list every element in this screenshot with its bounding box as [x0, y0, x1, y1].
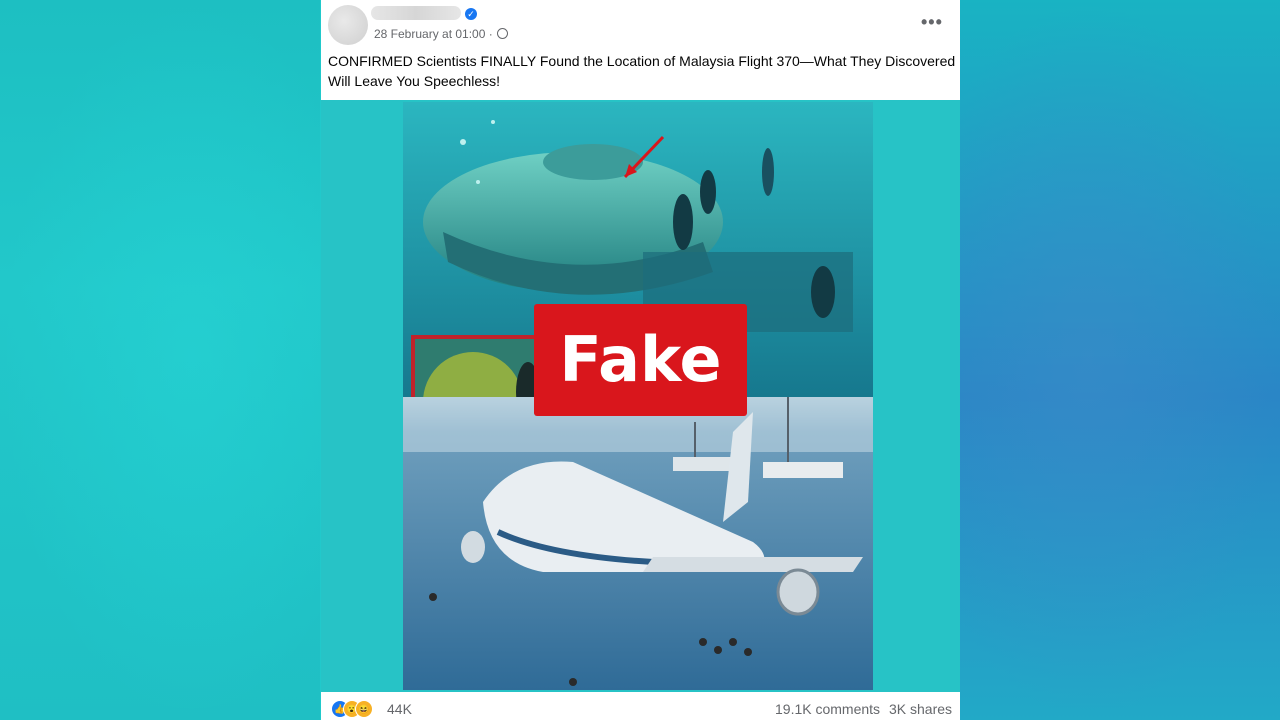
background-left — [0, 0, 320, 720]
avatar[interactable] — [328, 5, 368, 45]
haha-icon: 😆 — [355, 700, 373, 718]
comments-count[interactable]: 19.1K comments — [775, 701, 880, 717]
fake-label-badge: Fake — [534, 304, 747, 416]
post-timestamp[interactable]: 28 February at 01:00 · — [374, 27, 493, 41]
more-options-icon[interactable]: ••• — [921, 13, 943, 31]
reaction-count[interactable]: 44K — [387, 701, 412, 717]
facebook-post: ✓ 28 February at 01:00 · ••• CONFIRMED S… — [321, 0, 960, 720]
post-media[interactable]: Fake — [321, 100, 960, 692]
verified-badge-icon: ✓ — [465, 8, 477, 20]
post-header: ✓ 28 February at 01:00 · ••• CONFIRMED S… — [321, 0, 960, 100]
author-name-blurred[interactable] — [371, 6, 461, 20]
post-footer: 👍 😮 😆 44K 19.1K comments 3K shares — [321, 692, 960, 720]
shares-count[interactable]: 3K shares — [889, 701, 952, 717]
post-caption: CONFIRMED Scientists FINALLY Found the L… — [328, 53, 956, 89]
background-right — [960, 0, 1280, 720]
globe-icon — [497, 28, 508, 39]
